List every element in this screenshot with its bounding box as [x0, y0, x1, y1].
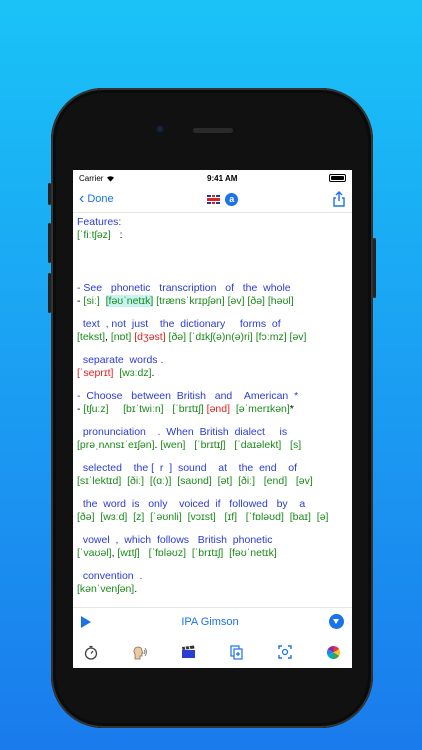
text-line: separate words . — [77, 354, 348, 367]
accent-toggle-icon[interactable]: a — [225, 192, 239, 206]
text-line: convention . — [77, 570, 348, 583]
ipa-word[interactable]: [wen] [ˈbrɪtɪʃ] [ˈdaɪəlekt] [s] — [160, 439, 301, 451]
clapperboard-icon[interactable] — [180, 644, 196, 660]
line-spacer — [77, 344, 348, 354]
text-line: [ðə] [wɜːd] [z] [ˈəʊnli] [vɔɪst] [ɪf] [ˈ… — [77, 511, 348, 524]
ipa-word[interactable]: [tʃuːz] — [83, 403, 108, 415]
text-line: selected the [ r ] sound at the end of — [77, 462, 348, 475]
front-camera — [155, 124, 165, 134]
english-word: - See phonetic transcription of the whol… — [77, 282, 291, 294]
ipa-word[interactable]: [ənd] — [207, 403, 230, 415]
stopwatch-icon[interactable] — [83, 644, 99, 660]
text-line: [prəˌnʌnsɪˈeɪʃən]. [wen] [ˈbrɪtɪʃ] [ˈdaɪ… — [77, 439, 348, 452]
transcription-text-view[interactable]: Features: [ˈfiːtʃəz] : - See phonetic tran… — [73, 214, 352, 607]
english-word: pronunciation . When British dialect is — [77, 426, 288, 438]
text-line: Features: — [77, 216, 348, 229]
text-line: the word is only voiced if followed by a — [77, 498, 348, 511]
ipa-word[interactable]: [bɪˈtwiːn] [ˈbrɪtɪʃ] — [109, 403, 207, 415]
ipa-word[interactable]: [ðə] [wɜːd] [z] [ˈəʊnli] [vɔɪst] [ɪf] [ˈ… — [77, 511, 328, 523]
wifi-icon — [107, 175, 115, 182]
text-line: - Choose between British and American * — [77, 390, 348, 403]
line-spacer — [77, 380, 348, 390]
ipa-word[interactable]: [trænsˈkrɪpʃən] [əv] [ðə] [həʊl] — [153, 295, 294, 307]
bottom-icon-bar — [73, 640, 352, 664]
player-toolbar: IPA Gimson — [73, 607, 352, 635]
ipa-word[interactable]: [wɪtʃ] [ˈfɒləʊz] [ˈbrɪtɪʃ] [fəʊˈnetɪk] — [117, 547, 276, 559]
ipa-word[interactable]: [siː] — [83, 295, 99, 307]
text-line: - [siː] [fəʊˈnetɪk] [trænsˈkrɪpʃən] [əv]… — [77, 295, 348, 308]
ipa-word[interactable]: [əˈmerɪkən] — [230, 403, 290, 415]
mute-switch — [48, 183, 51, 205]
ipa-word[interactable]: [prəˌnʌnsɪˈeɪʃən] — [77, 439, 155, 451]
line-spacer — [77, 488, 348, 498]
line-spacer — [77, 416, 348, 426]
text-line: [ˈvaʊəl], [wɪtʃ] [ˈfɒləʊz] [ˈbrɪtɪʃ] [fə… — [77, 547, 348, 560]
speaker-head-icon[interactable] — [132, 644, 148, 660]
punctuation: . — [151, 367, 155, 379]
copy-add-icon[interactable] — [229, 644, 245, 660]
ipa-word[interactable]: [ˈvaʊəl] — [77, 547, 112, 559]
text-line: [ˈfiːtʃəz] : — [77, 229, 348, 242]
ipa-word[interactable]: [fəʊˈnetɪk] — [105, 295, 154, 307]
english-word: the word is only voiced if followed by a — [77, 498, 306, 510]
text-line: vowel , which follows British phonetic — [77, 534, 348, 547]
punctuation — [100, 295, 106, 307]
line-spacer — [77, 560, 348, 570]
text-line: [kənˈvenʃən]. — [77, 583, 348, 596]
line-spacer — [77, 524, 348, 534]
text-line: - See phonetic transcription of the whol… — [77, 282, 348, 295]
uk-flag-icon[interactable] — [207, 194, 221, 204]
english-word: text , not just the dictionary forms of — [77, 318, 281, 330]
done-button[interactable]: ‹ Done — [79, 191, 114, 207]
english-word: - Choose between British and American * — [77, 390, 299, 402]
english-word: vowel , which follows British phonetic — [77, 534, 273, 546]
ipa-word[interactable]: [nɒt] — [111, 331, 131, 343]
english-word: selected the [ r ] sound at the end of — [77, 462, 298, 474]
ipa-word[interactable]: [sɪˈlektɪd] [ðiː] [(ɑː)] [saʊnd] [ət] [ð… — [77, 475, 313, 487]
done-label: Done — [87, 193, 114, 205]
line-spacer — [77, 308, 348, 318]
navigation-bar: ‹ Done a — [73, 186, 352, 213]
text-line: - [tʃuːz] [bɪˈtwiːn] [ˈbrɪtɪʃ] [ənd] [əˈ… — [77, 403, 348, 416]
play-icon[interactable] — [81, 615, 91, 628]
text-line: pronunciation . When British dialect is — [77, 426, 348, 439]
ipa-word[interactable]: [ˈseprɪt] — [77, 367, 113, 379]
ipa-word[interactable]: [tekst] — [77, 331, 105, 343]
punctuation: . — [134, 583, 138, 595]
ipa-word[interactable]: [ˈfiːtʃəz] — [77, 229, 111, 241]
english-word: Features: — [77, 216, 122, 228]
fullscreen-icon[interactable] — [277, 644, 293, 660]
share-icon[interactable] — [332, 191, 346, 207]
text-line: text , not just the dictionary forms of — [77, 318, 348, 331]
volume-up-button — [48, 223, 51, 263]
line-spacer — [77, 452, 348, 462]
earpiece-speaker — [193, 128, 233, 133]
dropdown-circle-icon[interactable] — [328, 614, 344, 629]
ipa-word[interactable]: [ðə] [ˈdɪkʃ(ə)n(ə)ri] [fɔːmz] [əv] — [166, 331, 307, 343]
english-word: separate words . — [77, 354, 164, 366]
dictionary-title[interactable]: IPA Gimson — [181, 616, 238, 628]
line-spacer — [77, 242, 348, 282]
text-line: [sɪˈlektɪd] [ðiː] [(ɑː)] [saʊnd] [ət] [ð… — [77, 475, 348, 488]
status-bar: Carrier 9:41 AM — [73, 170, 352, 186]
power-button — [373, 238, 376, 298]
phone-screen: Carrier 9:41 AM ‹ Done a Features: [ˈfiːt… — [73, 170, 352, 668]
carrier-label: Carrier — [79, 173, 104, 183]
ipa-word[interactable]: [dʒəst] — [134, 331, 165, 343]
status-time: 9:41 AM — [207, 173, 238, 183]
volume-down-button — [48, 273, 51, 313]
english-word: convention . — [77, 570, 143, 582]
punctuation: * — [289, 403, 294, 415]
text-line: [ˈseprɪt] [wɜːdz]. — [77, 367, 348, 380]
ipa-word[interactable]: [wɜːdz] — [113, 367, 151, 379]
text-line: [tekst], [nɒt] [dʒəst] [ðə] [ˈdɪkʃ(ə)n(ə… — [77, 331, 348, 344]
ipa-word[interactable]: [kənˈvenʃən] — [77, 583, 134, 595]
color-wheel-icon[interactable] — [326, 644, 342, 660]
punctuation: : — [110, 229, 123, 241]
chevron-left-icon: ‹ — [79, 190, 85, 207]
battery-icon — [329, 174, 346, 182]
